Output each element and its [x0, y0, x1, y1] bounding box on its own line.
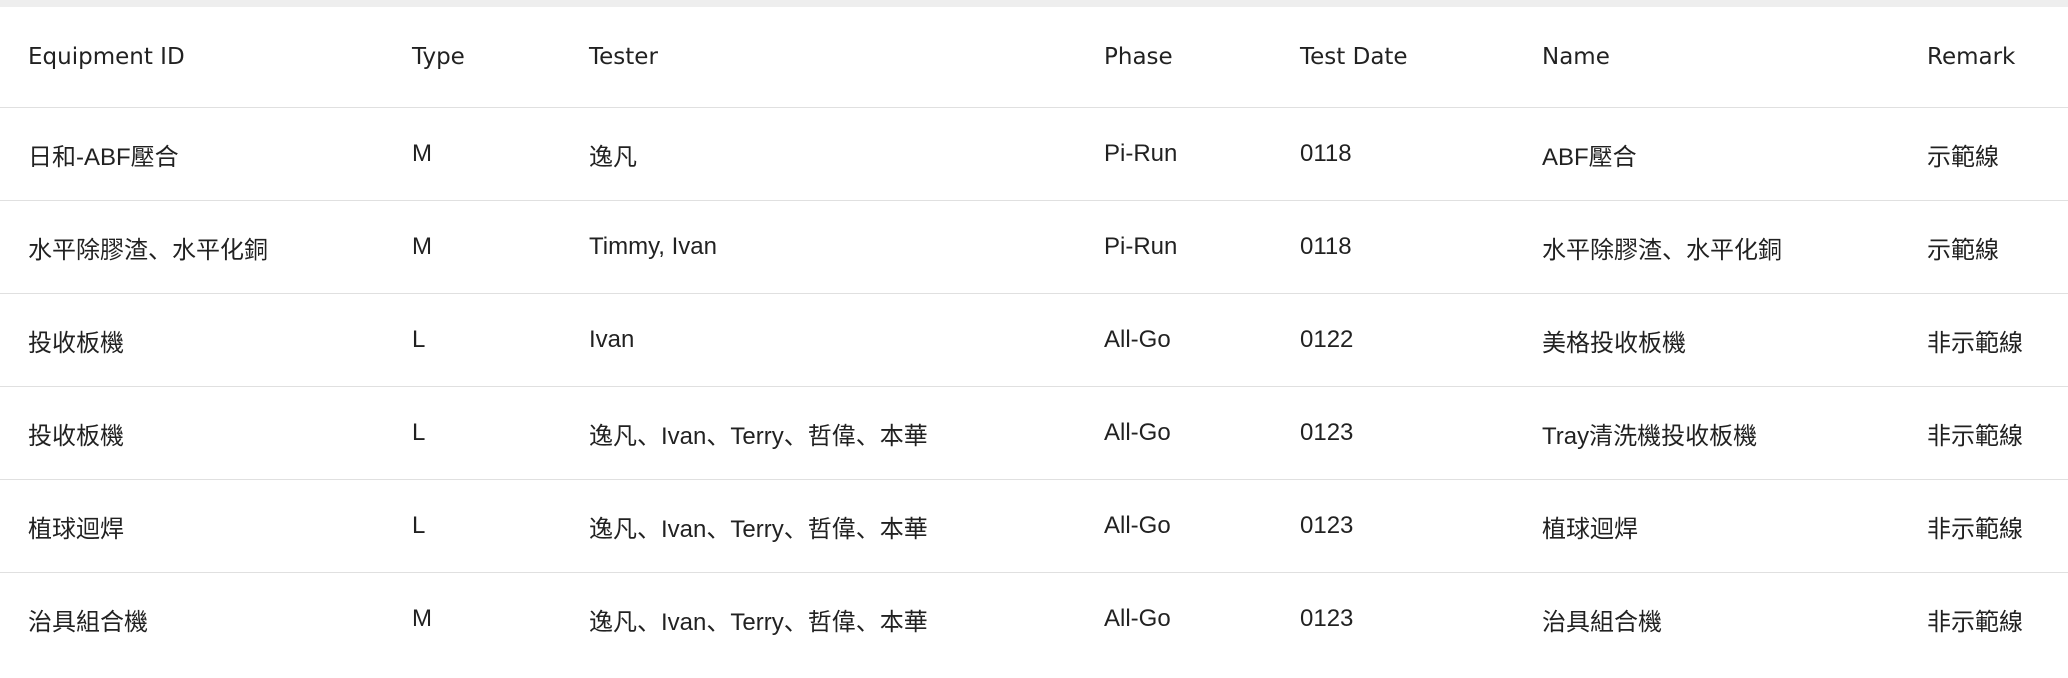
- cell-name: 治具組合機: [1542, 608, 1662, 636]
- cell-remark: 示範線: [1899, 200, 2068, 294]
- table-row[interactable]: 投收板機 L 逸凡、Ivan、Terry、哲偉、本華 All-Go 0123 T…: [0, 386, 2068, 480]
- cell-type: M: [384, 200, 561, 294]
- cell-equipment-id: 水平除膠渣、水平化銅: [0, 200, 384, 294]
- cell-phase: Pi-Run: [1076, 200, 1272, 294]
- cell-name: Tray清洗機投收板機: [1514, 386, 1899, 480]
- table-body: 日和-ABF壓合 M 逸凡 Pi-Run 0118 ABF壓合 示範線 水平除膠…: [0, 107, 2068, 666]
- cell-phase: All-Go: [1076, 293, 1272, 387]
- equipment-table-container: Equipment ID Type Tester Phase Test Date…: [0, 7, 2068, 665]
- cell-name: ABF壓合: [1514, 107, 1899, 201]
- cell-equipment-id: 治具組合機: [28, 608, 148, 636]
- cell-type: L: [384, 479, 561, 573]
- cell-tester: Timmy, Ivan: [561, 200, 1076, 294]
- cell-remark: 非示範線: [1899, 479, 2068, 573]
- cell-test-date: 0118: [1272, 200, 1514, 294]
- table-row[interactable]: 治具組合機 M 逸凡、Ivan、Terry、哲偉、本華 All-Go 0123 …: [0, 573, 2068, 666]
- cell-type: L: [384, 293, 561, 387]
- cell-phase: All-Go: [1076, 386, 1272, 480]
- cell-tester: 逸凡: [561, 107, 1076, 201]
- top-divider-strip: [0, 0, 2068, 7]
- cell-tester: 逸凡、Ivan、Terry、哲偉、本華: [561, 479, 1076, 573]
- cell-remark: 示範線: [1899, 107, 2068, 201]
- column-header-remark[interactable]: Remark: [1899, 7, 2068, 108]
- cell-tester: 逸凡、Ivan、Terry、哲偉、本華: [589, 608, 928, 636]
- table-row[interactable]: 日和-ABF壓合 M 逸凡 Pi-Run 0118 ABF壓合 示範線: [0, 107, 2068, 201]
- cell-test-date: 0118: [1272, 107, 1514, 201]
- cell-equipment-id: 投收板機: [0, 293, 384, 387]
- cell-remark: 非示範線: [1927, 608, 2023, 636]
- cell-type: M: [412, 605, 432, 632]
- column-header-phase[interactable]: Phase: [1076, 7, 1272, 108]
- column-header-type[interactable]: Type: [384, 7, 561, 108]
- cell-equipment-id: 日和-ABF壓合: [0, 107, 384, 201]
- equipment-table: Equipment ID Type Tester Phase Test Date…: [0, 7, 2068, 665]
- cell-equipment-id: 植球迴焊: [0, 479, 384, 573]
- cell-test-date: 0123: [1272, 479, 1514, 573]
- cell-phase: All-Go: [1104, 605, 1171, 632]
- cell-equipment-id: 投收板機: [0, 386, 384, 480]
- cell-test-date: 0123: [1272, 386, 1514, 480]
- cell-type: M: [384, 107, 561, 201]
- cell-phase: All-Go: [1076, 479, 1272, 573]
- column-header-equipment-id[interactable]: Equipment ID: [0, 7, 384, 108]
- table-header: Equipment ID Type Tester Phase Test Date…: [0, 7, 2068, 108]
- cell-remark: 非示範線: [1899, 386, 2068, 480]
- cell-phase: Pi-Run: [1076, 107, 1272, 201]
- cell-tester: Ivan: [561, 293, 1076, 387]
- cell-test-date: 0122: [1272, 293, 1514, 387]
- cell-name: 植球迴焊: [1514, 479, 1899, 573]
- column-header-name[interactable]: Name: [1514, 7, 1899, 108]
- cell-name: 水平除膠渣、水平化銅: [1514, 200, 1899, 294]
- table-row[interactable]: 投收板機 L Ivan All-Go 0122 美格投收板機 非示範線: [0, 293, 2068, 387]
- cell-test-date: 0123: [1300, 605, 1354, 632]
- cell-remark: 非示範線: [1899, 293, 2068, 387]
- table-row[interactable]: 水平除膠渣、水平化銅 M Timmy, Ivan Pi-Run 0118 水平除…: [0, 200, 2068, 294]
- table-row[interactable]: 植球迴焊 L 逸凡、Ivan、Terry、哲偉、本華 All-Go 0123 植…: [0, 479, 2068, 573]
- header-row: Equipment ID Type Tester Phase Test Date…: [0, 7, 2068, 108]
- cell-tester: 逸凡、Ivan、Terry、哲偉、本華: [561, 386, 1076, 480]
- cell-name: 美格投收板機: [1514, 293, 1899, 387]
- column-header-tester[interactable]: Tester: [561, 7, 1076, 108]
- column-header-test-date[interactable]: Test Date: [1272, 7, 1514, 108]
- cell-type: L: [384, 386, 561, 480]
